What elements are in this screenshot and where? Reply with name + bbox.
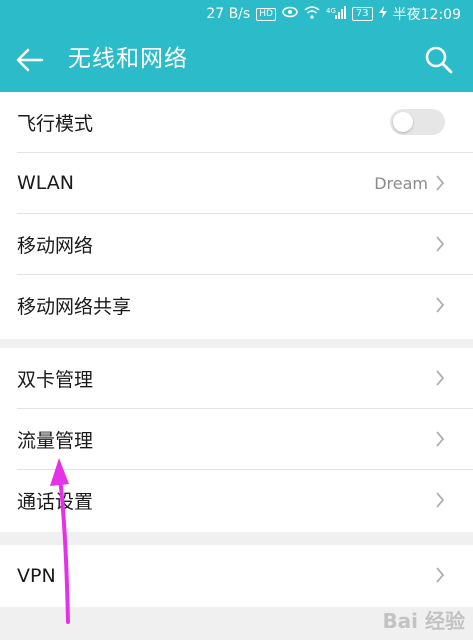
eye-icon — [282, 6, 298, 22]
hd-icon: HD — [256, 7, 276, 21]
airplane-mode-label: 飞行模式 — [17, 112, 94, 135]
mobile-network-row[interactable]: 移动网络 — [17, 214, 473, 275]
settings-group-vpn: VPN — [0, 545, 473, 607]
charging-icon — [378, 6, 387, 22]
page-title: 无线和网络 — [68, 46, 188, 72]
data-usage-row[interactable]: 流量管理 — [17, 409, 473, 470]
toggle-knob — [393, 112, 413, 132]
chevron-right-icon — [436, 236, 445, 252]
wlan-row[interactable]: WLAN Dream — [17, 153, 473, 214]
watermark: Bai 经验 — [382, 609, 465, 633]
vpn-row[interactable]: VPN — [17, 545, 473, 606]
chevron-right-icon — [436, 431, 445, 447]
mobile-network-label: 移动网络 — [17, 234, 94, 257]
wlan-value: Dream — [374, 173, 428, 193]
data-usage-label: 流量管理 — [17, 429, 94, 452]
back-button[interactable] — [14, 46, 46, 74]
chevron-right-icon — [436, 297, 445, 313]
app-bar: 无线和网络 — [0, 28, 473, 92]
wlan-label: WLAN — [17, 172, 75, 194]
network-speed: 27 B/s — [206, 6, 251, 22]
battery-icon: 73 — [351, 7, 373, 21]
svg-text:4G: 4G — [326, 7, 336, 15]
call-settings-row[interactable]: 通话设置 — [17, 470, 473, 531]
settings-group-sim: 双卡管理 流量管理 通话设置 — [0, 348, 473, 532]
vpn-label: VPN — [17, 564, 56, 587]
call-settings-label: 通话设置 — [17, 491, 94, 513]
arrow-left-icon — [16, 48, 44, 72]
chevron-right-icon — [436, 370, 445, 386]
dual-sim-row[interactable]: 双卡管理 — [17, 348, 473, 409]
dual-sim-label: 双卡管理 — [17, 368, 94, 391]
search-button[interactable] — [423, 44, 455, 76]
airplane-mode-toggle[interactable] — [390, 109, 445, 135]
signal-icon: 4G — [326, 5, 346, 23]
chevron-right-icon — [436, 175, 445, 191]
chevron-right-icon — [436, 492, 445, 508]
chevron-right-icon — [436, 567, 445, 583]
status-bar: 27 B/s HD 4G 73 半夜12:09 — [0, 0, 473, 28]
tethering-label: 移动网络共享 — [17, 296, 132, 318]
tethering-row[interactable]: 移动网络共享 — [17, 275, 473, 336]
search-icon — [425, 46, 453, 74]
clock: 半夜12:09 — [392, 7, 461, 23]
wifi-icon — [304, 5, 320, 23]
settings-group-network: 飞行模式 WLAN Dream 移动网络 移动网络共享 — [0, 92, 473, 339]
airplane-mode-row[interactable]: 飞行模式 — [17, 92, 473, 153]
